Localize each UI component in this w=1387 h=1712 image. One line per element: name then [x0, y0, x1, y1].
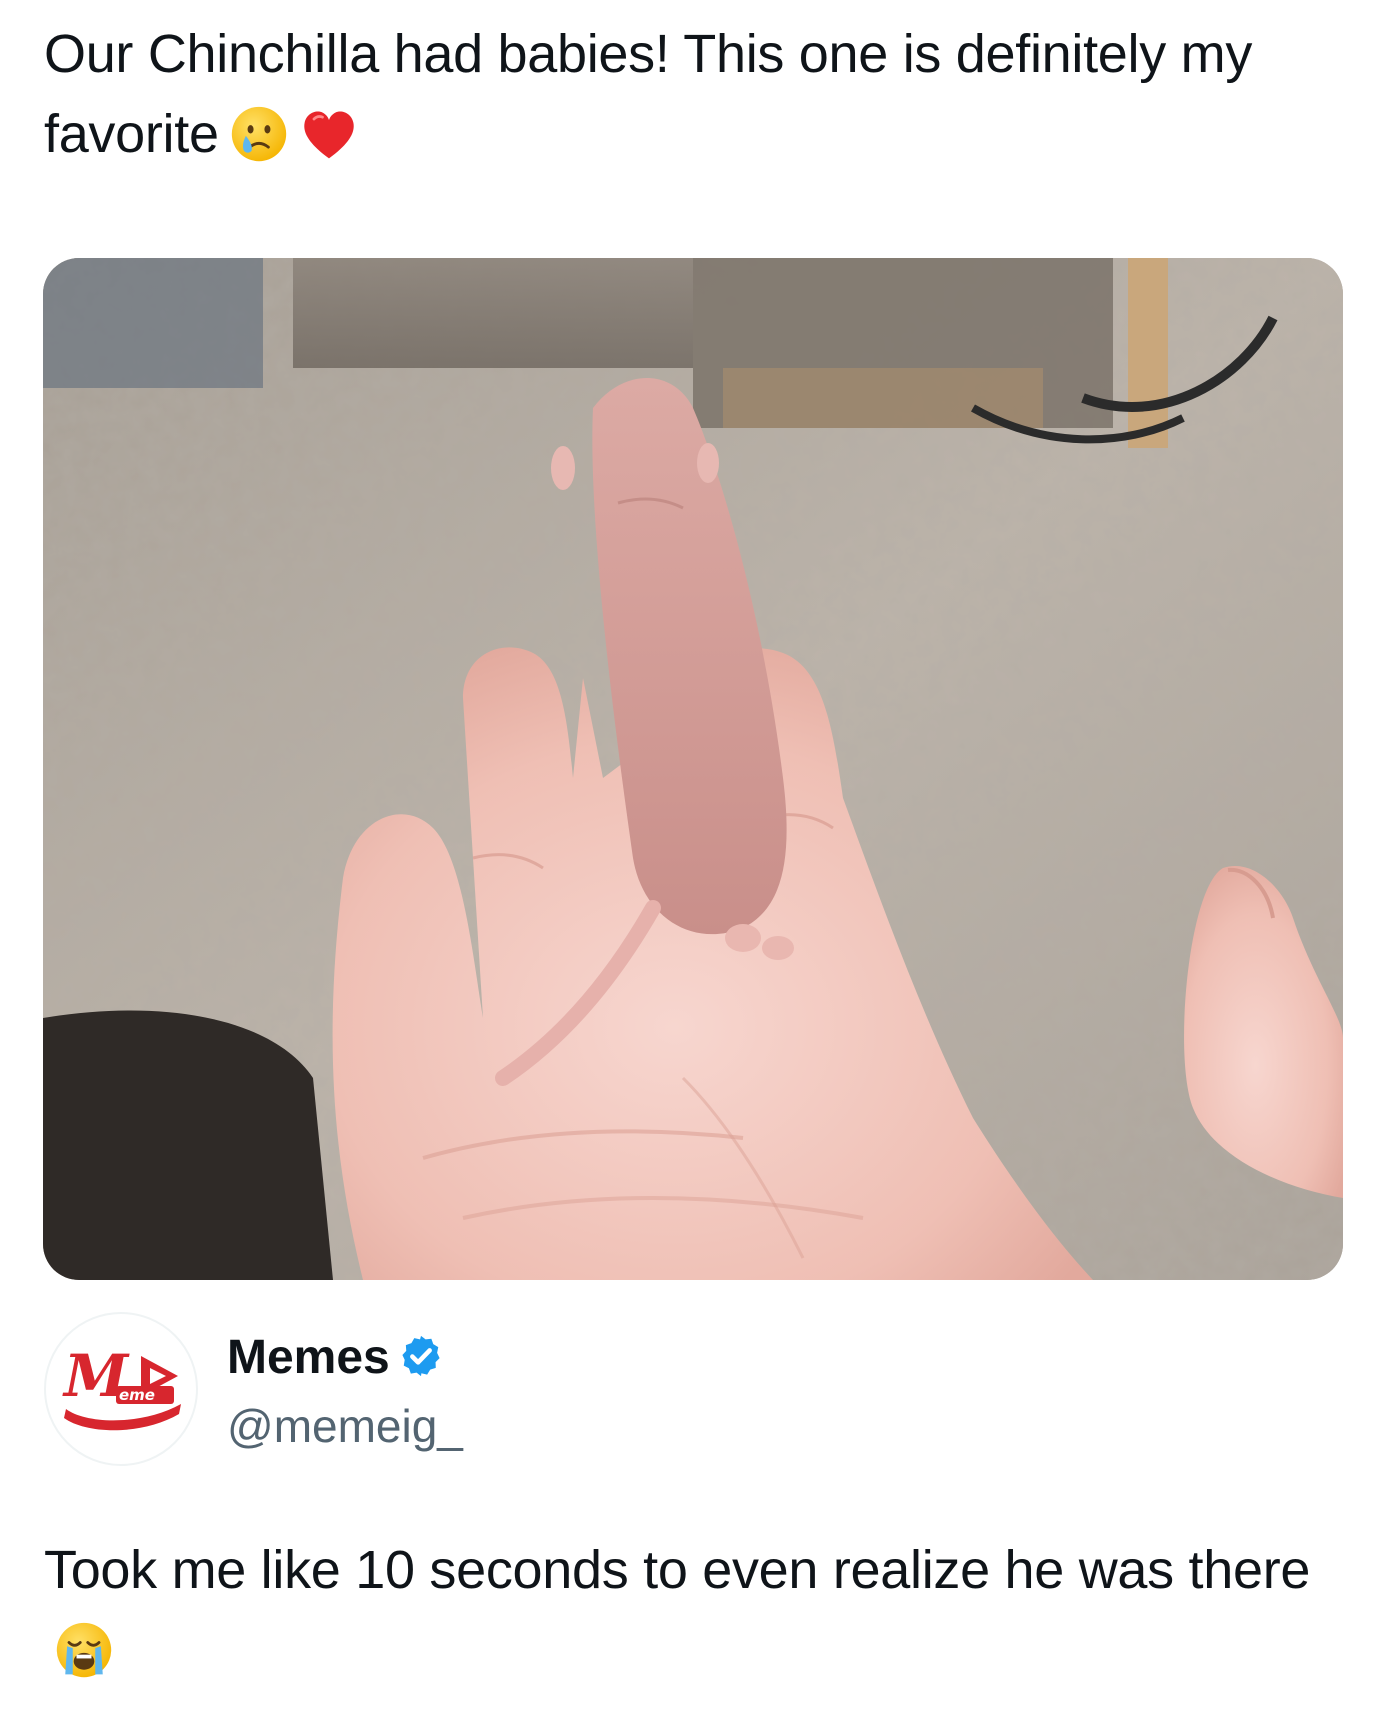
red-heart-emoji-icon — [299, 104, 359, 164]
reply-post-text: Took me like 10 seconds to even realize … — [44, 1540, 1311, 1600]
svg-text:eme: eme — [119, 1386, 155, 1404]
post-photo[interactable] — [43, 258, 1343, 1280]
verified-badge-icon — [398, 1333, 444, 1379]
author-row[interactable]: M eme Memes @memeig_ — [44, 1312, 944, 1466]
crying-face-emoji-icon — [229, 104, 289, 164]
author-name-block[interactable]: Memes — [227, 1328, 444, 1388]
meme-logo-icon: M eme — [62, 1342, 181, 1431]
loudly-crying-face-emoji-icon — [54, 1620, 114, 1680]
reply-post-text-block: Took me like 10 seconds to even realize … — [44, 1530, 1344, 1690]
quoted-post-text-block: Our Chinchilla had babies! This one is d… — [44, 14, 1344, 174]
author-name[interactable]: Memes — [227, 1331, 390, 1384]
newborn-chinchilla-photo-icon — [43, 258, 1343, 1280]
quoted-post-text: Our Chinchilla had babies! This one is d… — [44, 24, 1253, 164]
avatar[interactable]: M eme — [44, 1312, 198, 1466]
author-handle[interactable]: @memeig_ — [227, 1398, 463, 1454]
